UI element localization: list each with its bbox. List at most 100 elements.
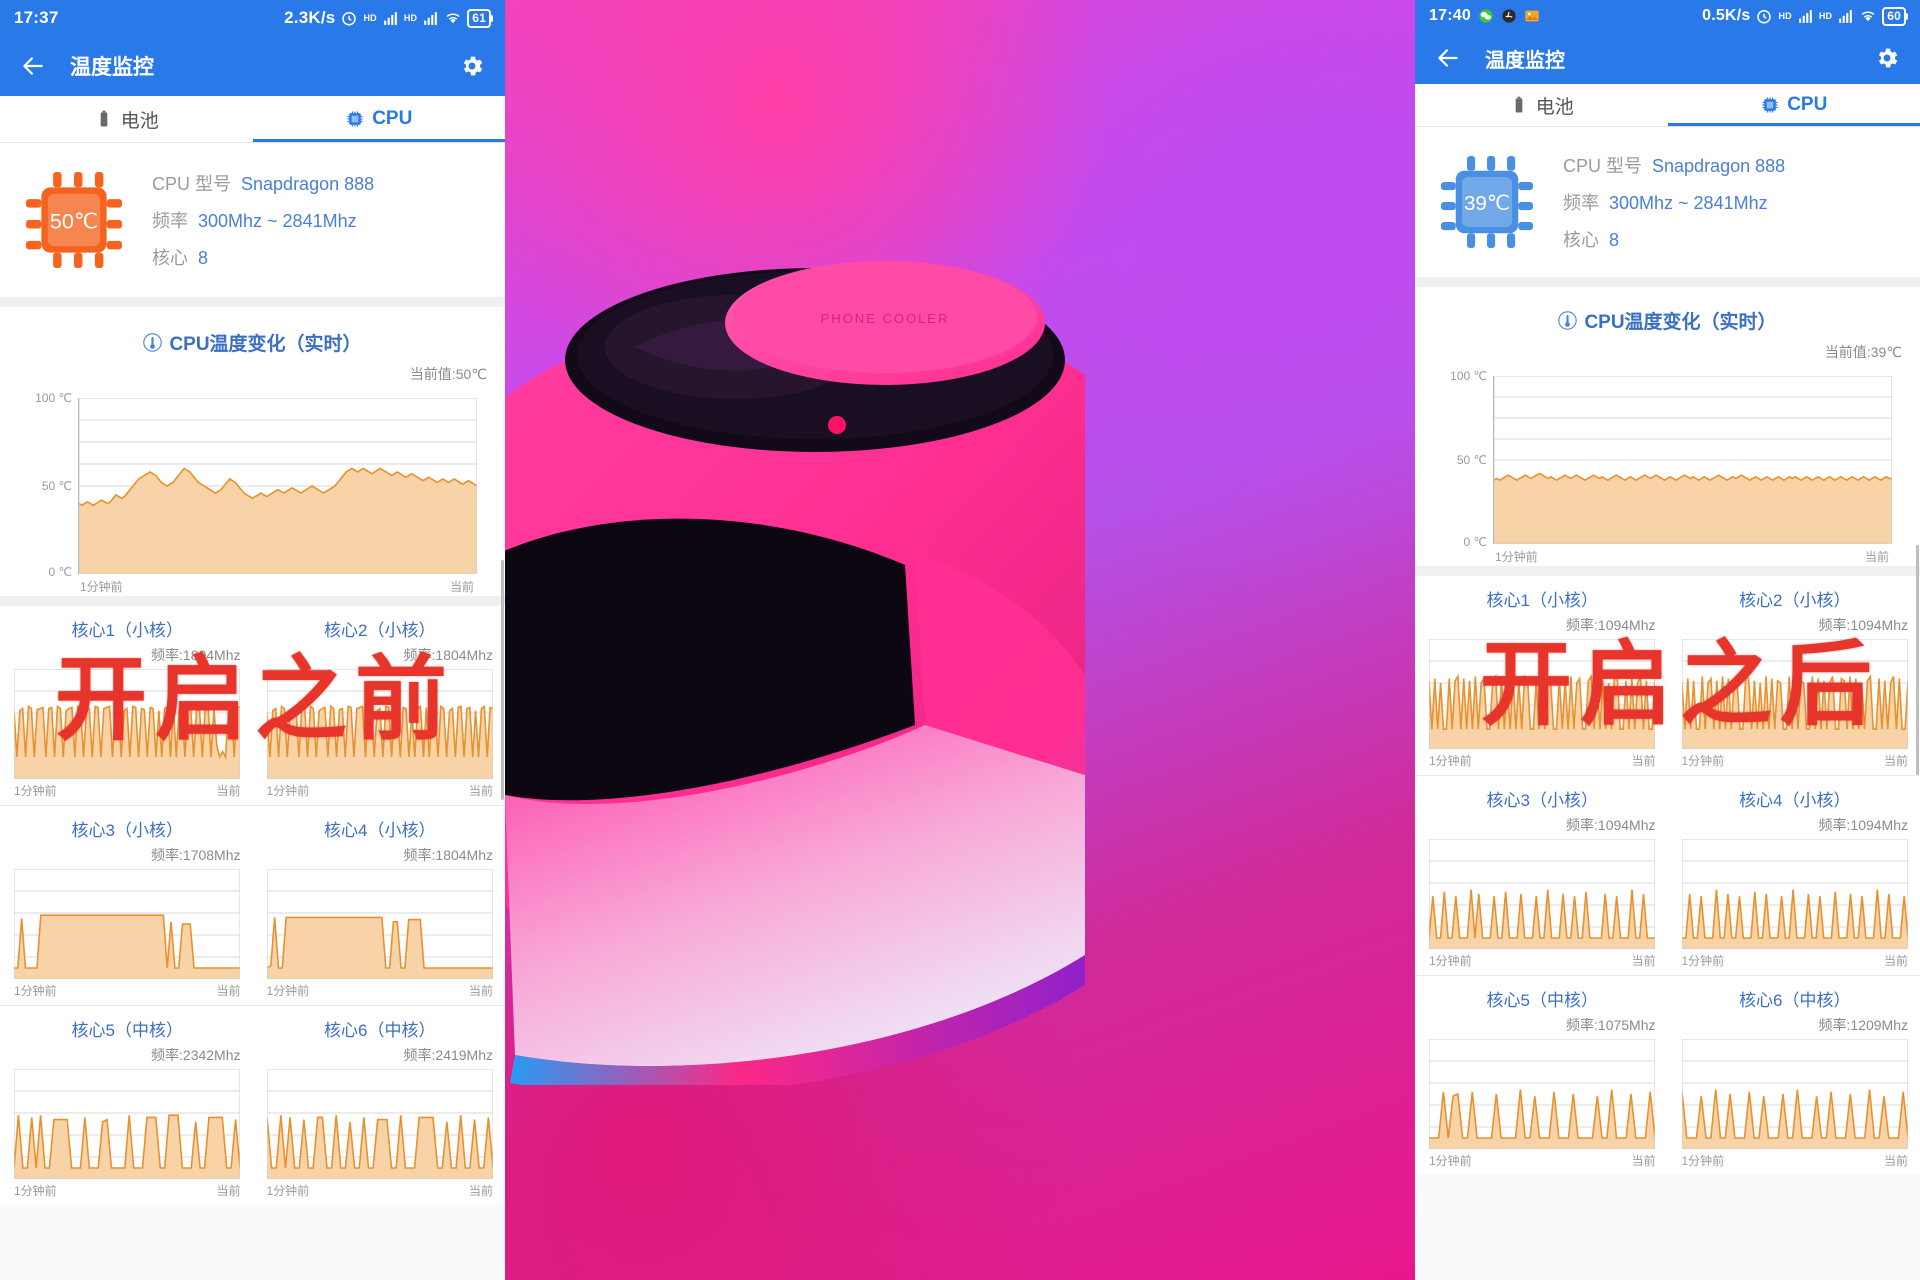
core-x-right-label: 当前 <box>468 784 493 798</box>
gear-icon[interactable] <box>1874 45 1900 71</box>
cpu-info-value: 300Mhz ~ 2841Mhz <box>198 211 357 231</box>
status-left: 17:37 <box>14 8 58 28</box>
status-bar: 17:37 2.3K/s HD HD 61 <box>0 0 505 36</box>
tab-label: CPU <box>1787 94 1828 115</box>
core-chart-cell: 核心4（小核） 频率:1094Mhz 1分钟前 当前 <box>1668 776 1920 975</box>
svg-text:50℃: 50℃ <box>50 209 98 233</box>
scrollbar-thumb[interactable] <box>1916 545 1919 775</box>
back-arrow-icon[interactable] <box>1435 45 1461 71</box>
photo-icon <box>1524 8 1540 24</box>
core-x-right-label: 当前 <box>1883 954 1908 968</box>
core-x-left-label: 1分钟前 <box>1681 1154 1725 1168</box>
core-chart-cell: 核心6（中核） 频率:1209Mhz 1分钟前 当前 <box>1668 976 1920 1175</box>
cooler-device-illustration: PHONE COOLER <box>505 261 1085 1085</box>
x-axis-right-label: 当前 <box>1864 550 1889 564</box>
chart-plot-area <box>1493 376 1892 544</box>
core-chart-cell: 核心1（小核） 频率:1094Mhz 1分钟前 当前 <box>1415 576 1668 775</box>
x-axis-left-label: 1分钟前 <box>80 580 123 594</box>
core-label: 核心5（中核） <box>1486 991 1598 1010</box>
core-frequency: 频率:2419Mhz <box>403 1047 493 1063</box>
core-x-left-label: 1分钟前 <box>14 784 57 798</box>
status-bar: 17:40 0.5K/s HD HD 60 <box>1415 0 1920 32</box>
cpu-info-card: 39℃ CPU 型号 Snapdragon 888 频率 300Mhz ~ 2841Mh… <box>1415 127 1920 287</box>
core-x-left-label: 1分钟前 <box>14 984 57 998</box>
core-chart-cell: 核心3（小核） 频率:1708Mhz 1分钟前 当前 <box>0 806 253 1005</box>
thermometer-icon <box>143 333 163 352</box>
cpu-info-label: 核心 <box>152 248 188 268</box>
cpu-chip-temperature-icon: 39℃ <box>1441 156 1533 248</box>
core-x-right-label: 当前 <box>1631 954 1656 968</box>
core-label: 核心2（小核） <box>324 621 436 640</box>
network-speed: 2.3K/s <box>284 8 336 27</box>
tab-label: 电池 <box>120 110 159 132</box>
core-label: 核心3（小核） <box>1486 791 1598 810</box>
core-label: 核心4（小核） <box>324 821 436 840</box>
tab-label: 电池 <box>1535 96 1574 118</box>
cpu-temp-chart-title: CPU温度变化（实时） <box>0 307 505 356</box>
status-time: 17:37 <box>14 8 59 27</box>
signal-icon <box>1797 8 1814 25</box>
scrollbar-thumb[interactable] <box>501 560 504 800</box>
cpu-info-item: CPU 型号 Snapdragon 888 <box>152 170 374 196</box>
core-x-left-label: 1分钟前 <box>266 984 310 998</box>
core-x-left-label: 1分钟前 <box>266 1184 310 1198</box>
tab-cpu[interactable]: CPU <box>1667 84 1920 126</box>
battery-indicator: 61 <box>467 8 493 28</box>
core-label: 核心5（中核） <box>71 1021 183 1040</box>
hd-label-2: HD <box>403 13 418 23</box>
core-mini-chart <box>1681 1039 1909 1149</box>
core-mini-chart <box>1681 639 1909 749</box>
tab-battery[interactable]: 电池 <box>0 96 253 142</box>
tab-cpu[interactable]: CPU <box>252 96 506 142</box>
core-x-left-label: 1分钟前 <box>1429 954 1472 968</box>
core-label: 核心6（中核） <box>324 1021 436 1040</box>
status-left: 17:40 <box>1429 7 1540 25</box>
network-speed: 0.5K/s <box>1702 7 1751 24</box>
battery-indicator: 60 <box>1882 6 1908 26</box>
core-x-left-label: 1分钟前 <box>266 784 310 798</box>
core-charts-card: 核心1（小核） 频率:1804Mhz 1分钟前 当前 核心2（小核） 频率:1804Mhz… <box>0 606 505 1205</box>
svg-text:39℃: 39℃ <box>1464 192 1510 215</box>
cpu-info-list: CPU 型号 Snapdragon 888 频率 300Mhz ~ 2841Mhz 核心… <box>152 159 374 281</box>
y-axis-mid-label: 50 ℃ <box>41 479 72 493</box>
cpu-info-label: 频率 <box>1563 193 1599 213</box>
cpu-info-value: 300Mhz ~ 2841Mhz <box>1609 193 1768 213</box>
core-mini-chart <box>14 869 241 979</box>
cpu-info-label: 频率 <box>152 211 188 231</box>
signal-icon <box>422 10 439 27</box>
core-label: 核心3（小核） <box>71 821 183 840</box>
cpu-temp-chart: 100 ℃ 50 ℃ 0 ℃ 1分钟前 当前 <box>1450 369 1892 566</box>
cpu-temp-chart-card: CPU温度变化（实时） 当前值:50℃ 100 ℃ 50 ℃ 0 ℃ 1分钟前 当前 <box>0 307 505 606</box>
core-frequency: 频率:1075Mhz <box>1566 1017 1656 1033</box>
tab-battery[interactable]: 电池 <box>1415 84 1668 126</box>
page-title: 温度监控 <box>1485 49 1565 72</box>
cpu-info-item: 频率 300Mhz ~ 2841Mhz <box>152 207 374 233</box>
core-frequency: 频率:1094Mhz <box>1566 817 1656 833</box>
y-axis-mid-label: 50 ℃ <box>1456 453 1487 467</box>
alipay-icon <box>1501 8 1517 24</box>
core-x-left-label: 1分钟前 <box>14 1184 57 1198</box>
cpu-info-value: 8 <box>198 248 209 268</box>
cpu-chip-icon <box>345 109 365 129</box>
status-right: 2.3K/s HD HD 61 <box>284 8 493 28</box>
core-x-right-label: 当前 <box>216 984 241 998</box>
gear-icon[interactable] <box>459 53 485 79</box>
core-chart-cell: 核心2（小核） 频率:1094Mhz 1分钟前 当前 <box>1668 576 1920 775</box>
app-bar: 温度监控 <box>1415 32 1920 84</box>
core-x-right-label: 当前 <box>1883 754 1908 768</box>
cpu-temp-current-value: 当前值:50℃ <box>409 366 487 382</box>
core-chart-cell: 核心2（小核） 频率:1804Mhz 1分钟前 当前 <box>253 606 506 805</box>
cpu-info-label: CPU 型号 <box>1563 156 1643 176</box>
core-label: 核心4（小核） <box>1739 791 1851 810</box>
cpu-info-row: 50℃ CPU 型号 Snapdragon 888 频率 300Mhz ~ 2841Mh… <box>0 143 505 297</box>
core-mini-chart <box>266 869 494 979</box>
battery-icon <box>1509 95 1529 115</box>
cpu-info-value: 8 <box>1609 230 1620 250</box>
page-title: 温度监控 <box>70 56 154 79</box>
hd-label-1: HD <box>1778 11 1792 21</box>
core-frequency: 频率:1209Mhz <box>1818 1017 1908 1033</box>
cpu-info-row: 39℃ CPU 型号 Snapdragon 888 频率 300Mhz ~ 2841Mh… <box>1415 127 1920 277</box>
back-arrow-icon[interactable] <box>20 53 46 79</box>
app-bar: 温度监控 <box>0 36 505 96</box>
core-label: 核心1（小核） <box>1486 591 1598 610</box>
